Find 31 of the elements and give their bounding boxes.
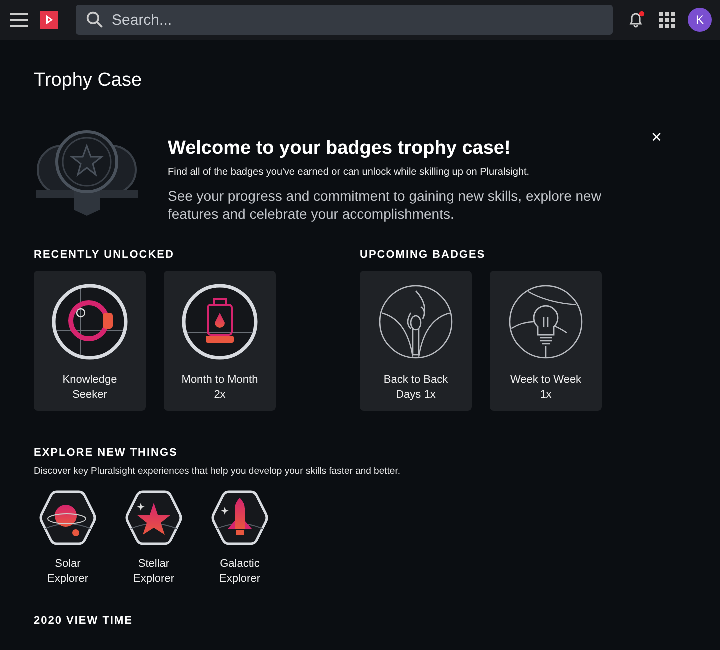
page-title: Trophy Case xyxy=(34,70,144,92)
rocket-badge-icon[interactable] xyxy=(211,489,269,547)
badge-card[interactable]: Knowledge Seeker xyxy=(34,271,146,411)
planet-badge-icon[interactable] xyxy=(39,489,97,547)
welcome-subtitle: Find all of the badges you've earned or can unlock while skilling up on Pluralsight. xyxy=(168,167,531,178)
section-heading: RECENTLY UNLOCKED xyxy=(34,249,176,261)
close-button[interactable]: × xyxy=(651,128,662,146)
welcome-title: Welcome to your badges trophy case! xyxy=(168,138,512,160)
badge-label: Week to Week 1x xyxy=(510,373,582,403)
menu-button[interactable] xyxy=(10,13,28,27)
badge-label: Back to Back Days 1x xyxy=(384,373,448,403)
badge-label: Stellar Explorer xyxy=(134,557,174,587)
logo-icon[interactable] xyxy=(40,11,58,29)
badge-label: Solar Explorer xyxy=(48,557,88,587)
section-heading: 2020 VIEW TIME xyxy=(34,615,134,627)
section-heading: UPCOMING BADGES xyxy=(360,249,487,261)
badge-label: Galactic Explorer xyxy=(220,557,260,587)
avatar-button[interactable]: K xyxy=(688,8,712,32)
apps-grid-icon[interactable] xyxy=(659,12,675,28)
welcome-text: See your progress and commitment to gaining new skills, explore new features and celebrate your accomplishments. xyxy=(168,187,602,223)
section-description: Discover key Pluralsight experiences that help you develop your skills faster and better. xyxy=(34,466,402,477)
section-heading: EXPLORE NEW THINGS xyxy=(34,447,179,459)
badge-card[interactable]: Month to Month 2x xyxy=(164,271,276,411)
badge-card[interactable]: Back to Back Days 1x xyxy=(360,271,472,411)
badge-label: Knowledge Seeker xyxy=(62,373,118,403)
star-badge-icon[interactable] xyxy=(125,489,183,547)
badge-card[interactable]: Week to Week 1x xyxy=(490,271,602,411)
badge-label: Month to Month 2x xyxy=(182,373,258,403)
search-field[interactable]: Search... xyxy=(76,5,613,35)
bell-icon[interactable] xyxy=(627,11,645,29)
menu-icon xyxy=(10,13,28,27)
